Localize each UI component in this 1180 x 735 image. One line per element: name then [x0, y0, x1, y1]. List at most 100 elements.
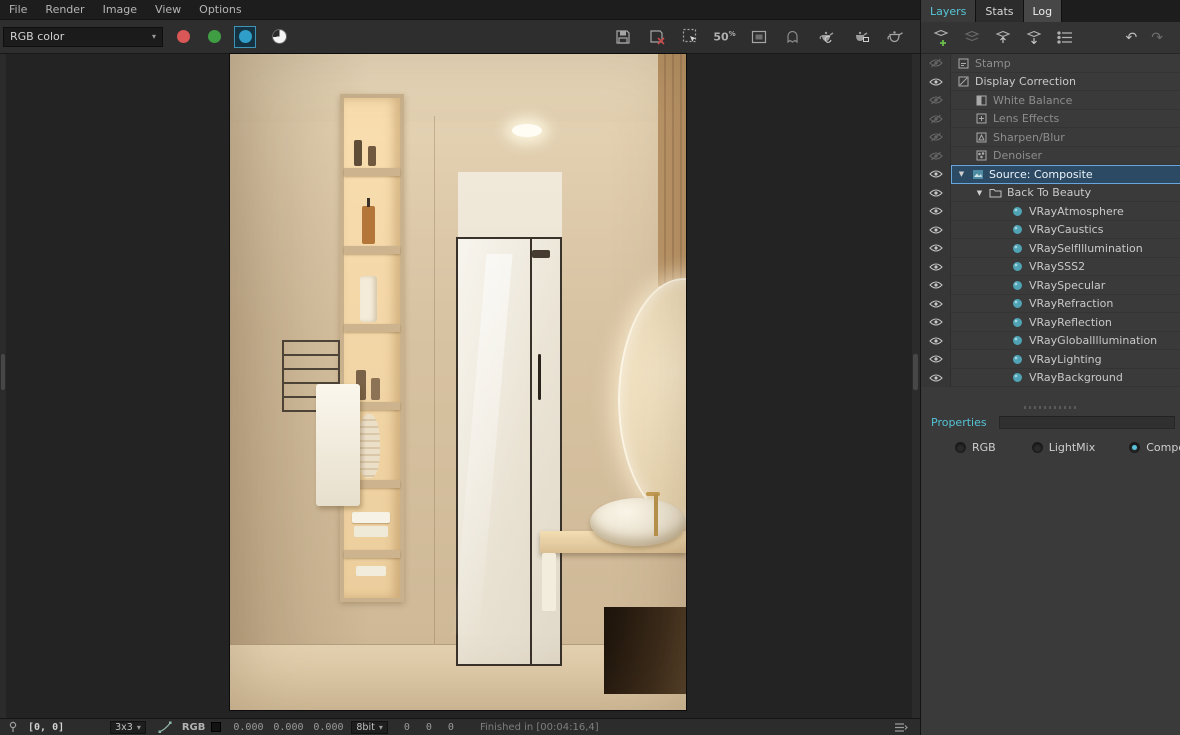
layer-row-vrayreflection[interactable]: VRayReflection	[921, 313, 1180, 332]
expand-arrow-icon[interactable]: ▼	[975, 189, 984, 197]
region-render-icon[interactable]	[677, 25, 704, 49]
render-element-icon	[1011, 223, 1024, 236]
render-last-teapot-icon[interactable]	[813, 25, 840, 49]
menu-options[interactable]: Options	[190, 1, 250, 18]
properties-title: Properties	[931, 415, 987, 429]
eye-icon[interactable]	[921, 331, 951, 350]
left-splitter-handle[interactable]	[1, 354, 5, 390]
save-image-icon[interactable]	[609, 25, 636, 49]
eye-icon[interactable]	[921, 350, 951, 369]
eye-icon[interactable]	[921, 109, 951, 128]
green-channel-button[interactable]	[203, 26, 225, 48]
render-element-icon	[1011, 371, 1024, 384]
layer-row-display-correction[interactable]: Display Correction	[921, 72, 1180, 91]
panel-tabs: Layers Stats Log	[921, 0, 1180, 22]
load-layers-icon[interactable]	[993, 28, 1013, 48]
compare-ghost-icon[interactable]	[779, 25, 806, 49]
menu-file[interactable]: File	[0, 1, 36, 18]
layer-row-vrayspecular[interactable]: VRaySpecular	[921, 276, 1180, 295]
layer-row-vraybackground[interactable]: VRayBackground	[921, 368, 1180, 387]
color-swatch	[211, 722, 222, 732]
splitter-grip-icon	[1024, 405, 1078, 409]
eye-icon[interactable]	[921, 165, 951, 184]
render-teapot-icon[interactable]	[881, 25, 908, 49]
layer-row-vraylighting[interactable]: VRayLighting	[921, 350, 1180, 369]
clear-image-icon[interactable]	[643, 25, 670, 49]
add-layer-icon[interactable]	[931, 28, 951, 48]
layers-panel: Layers Stats Log ↶ ↷ Stamp Display Corre…	[920, 0, 1180, 735]
menu-render[interactable]: Render	[36, 1, 93, 18]
menu-image[interactable]: Image	[94, 1, 146, 18]
layer-row-vrayrefraction[interactable]: VRayRefraction	[921, 294, 1180, 313]
layer-row-vraysss2[interactable]: VRaySSS2	[921, 257, 1180, 276]
int-r: 0	[403, 721, 410, 733]
left-splitter[interactable]	[0, 54, 6, 718]
background-toggle-icon[interactable]	[745, 25, 772, 49]
eye-icon[interactable]	[921, 91, 951, 110]
eye-icon[interactable]	[921, 72, 951, 91]
statusbar: [0, 0] 3x3 ▾ RGB 0.000 0.000 0.000 8bit ▾ …	[0, 718, 920, 735]
undo-icon[interactable]: ↶	[1126, 30, 1138, 46]
eye-icon[interactable]	[921, 183, 951, 202]
eye-icon[interactable]	[921, 368, 951, 387]
channel-dropdown[interactable]: RGB color ▾	[3, 26, 163, 47]
radio-rgb[interactable]: RGB	[955, 441, 996, 454]
zoom-50-icon[interactable]: 50%	[711, 25, 738, 49]
right-splitter[interactable]	[912, 54, 920, 718]
properties-splitter[interactable]	[921, 402, 1180, 412]
pixel-probe-pin-icon[interactable]	[7, 721, 19, 733]
bitdepth-dropdown[interactable]: 8bit ▾	[351, 720, 388, 734]
layer-row-source-composite[interactable]: ▼ Source: Composite	[921, 165, 1180, 184]
layer-row-stamp[interactable]: Stamp	[921, 54, 1180, 73]
layer-row-vrayselfillumination[interactable]: VRaySelfIllumination	[921, 239, 1180, 258]
layer-row-vrayglobalillumination[interactable]: VRayGlobalIllumination	[921, 331, 1180, 350]
render-status-message: Finished in [00:04:16,4]	[479, 721, 599, 733]
kernel-dropdown[interactable]: 3x3 ▾	[110, 720, 146, 734]
eye-icon[interactable]	[921, 220, 951, 239]
properties-header-bar[interactable]	[998, 415, 1175, 429]
eye-icon[interactable]	[921, 202, 951, 221]
eye-icon[interactable]	[921, 128, 951, 147]
color-wheel-icon[interactable]	[272, 29, 287, 44]
layer-row-white-balance[interactable]: White Balance	[921, 91, 1180, 110]
tab-layers[interactable]: Layers	[921, 0, 976, 22]
tab-log[interactable]: Log	[1023, 0, 1063, 22]
layer-list-icon[interactable]	[1055, 28, 1075, 48]
expand-arrow-icon[interactable]: ▼	[957, 170, 966, 178]
redo-icon[interactable]: ↷	[1151, 30, 1163, 46]
eye-icon[interactable]	[921, 146, 951, 165]
delete-layer-icon[interactable]	[962, 28, 982, 48]
layer-row-lens-effects[interactable]: Lens Effects	[921, 109, 1180, 128]
stamp-layer-icon	[957, 57, 970, 70]
blue-channel-button[interactable]	[234, 25, 256, 48]
radio-composite[interactable]: Composite	[1129, 441, 1180, 454]
layer-row-sharpen-blur[interactable]: Sharpen/Blur	[921, 128, 1180, 147]
source-composite-layer-icon	[971, 168, 984, 181]
menu-view[interactable]: View	[146, 1, 190, 18]
layer-row-back-to-beauty[interactable]: ▼ Back To Beauty	[921, 183, 1180, 202]
layer-row-vrayatmosphere[interactable]: VRayAtmosphere	[921, 202, 1180, 221]
tab-stats[interactable]: Stats	[975, 0, 1024, 22]
radio-lightmix[interactable]: LightMix	[1031, 441, 1095, 454]
render-view[interactable]	[229, 53, 687, 711]
color-curve-icon[interactable]	[158, 721, 172, 733]
eye-icon[interactable]	[921, 239, 951, 258]
render-element-icon	[1011, 316, 1024, 329]
channel-label: RGB	[181, 721, 206, 733]
red-channel-button[interactable]	[172, 26, 194, 48]
render-element-icon	[1011, 334, 1024, 347]
chevron-down-icon: ▾	[136, 722, 141, 732]
eye-icon[interactable]	[921, 257, 951, 276]
layer-row-vraycaustics[interactable]: VRayCaustics	[921, 220, 1180, 239]
eye-icon[interactable]	[921, 54, 951, 73]
right-splitter-handle[interactable]	[913, 354, 918, 390]
log-expand-icon[interactable]	[894, 722, 908, 733]
render-copy-teapot-icon[interactable]	[847, 25, 874, 49]
eye-icon[interactable]	[921, 294, 951, 313]
layer-row-denoiser[interactable]: Denoiser	[921, 146, 1180, 165]
eye-icon[interactable]	[921, 276, 951, 295]
eye-icon[interactable]	[921, 313, 951, 332]
int-g: 0	[425, 721, 432, 733]
green-channel-icon	[207, 30, 221, 43]
save-layers-icon[interactable]	[1024, 28, 1044, 48]
